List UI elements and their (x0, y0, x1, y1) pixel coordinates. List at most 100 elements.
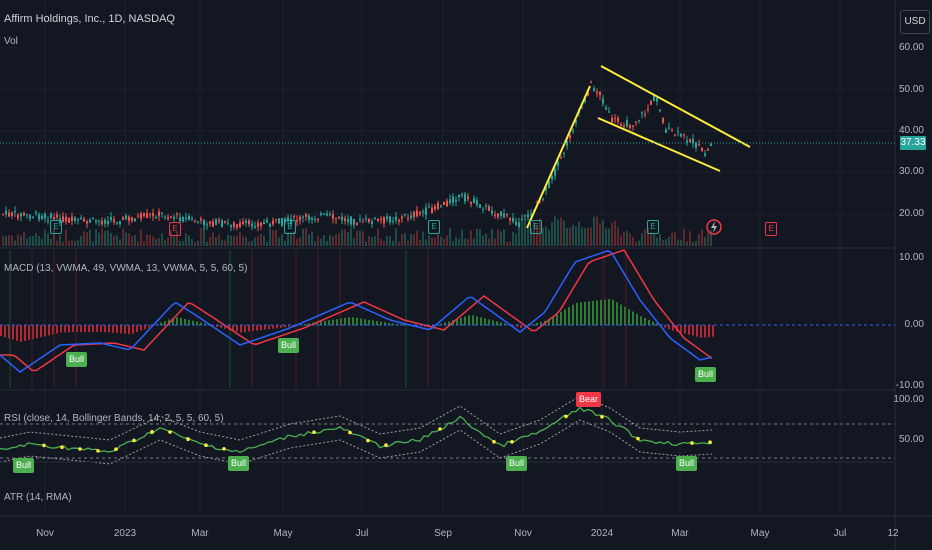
earnings-event-icon[interactable]: E (169, 222, 181, 236)
rsi-cross-marker (204, 443, 208, 448)
atr-indicator-label[interactable]: ATR (14, RMA) (4, 492, 72, 503)
macd-histogram-bar (612, 299, 614, 326)
earnings-event-icon[interactable]: E (50, 220, 62, 234)
chart-canvas[interactable] (0, 0, 932, 550)
earnings-event-icon[interactable]: E (765, 222, 777, 236)
candle-body (635, 121, 637, 123)
volume-bar (149, 235, 151, 246)
candle-body (602, 98, 604, 104)
rsi-bull-signal-badge: Bull (13, 458, 35, 473)
macd-histogram-bar (708, 325, 710, 338)
volume-bar (686, 241, 688, 246)
earnings-event-icon[interactable]: E (284, 220, 296, 234)
candle-body (266, 219, 268, 223)
macd-histogram-bar (576, 302, 578, 326)
candle-body (641, 112, 643, 114)
volume-bar (197, 240, 199, 246)
volume-bar (506, 241, 508, 246)
candle-body (191, 218, 193, 220)
volume-bar (269, 228, 271, 246)
candle-body (101, 220, 103, 225)
volume-bar (704, 237, 706, 246)
macd-bull-signal-badge: Bull (66, 352, 88, 367)
candle-body (371, 221, 373, 225)
volume-bar (218, 234, 220, 246)
candle-body (227, 222, 229, 224)
candle-body (551, 176, 553, 180)
rsi-tick: 100.00 (893, 394, 924, 405)
currency-button[interactable]: USD (900, 10, 930, 34)
candle-body (674, 134, 676, 136)
candle-body (38, 214, 40, 220)
candle-body (611, 117, 613, 123)
candle-body (413, 211, 415, 218)
dividend-event-icon[interactable] (705, 218, 723, 236)
candle-body (623, 125, 625, 127)
macd-histogram-bar (68, 325, 70, 333)
candle-body (128, 216, 130, 221)
candle-body (137, 215, 139, 217)
candle-body (389, 216, 391, 223)
rsi-cross-marker (708, 440, 712, 444)
volume-bar (278, 237, 280, 246)
volume-bar (548, 229, 550, 246)
candle-body (707, 149, 709, 151)
volume-bar (662, 239, 664, 246)
candle-body (89, 219, 91, 223)
earnings-event-icon[interactable]: E (428, 220, 440, 234)
volume-bar (458, 238, 460, 246)
candle-body (173, 216, 175, 219)
volume-bar (194, 241, 196, 246)
trend-line (526, 85, 591, 229)
volume-label[interactable]: Vol (4, 36, 18, 47)
volume-bar (2, 235, 4, 246)
symbol-title[interactable]: Affirm Holdings, Inc., 1D, NASDAQ (4, 13, 175, 25)
volume-bar (380, 238, 382, 246)
candle-body (23, 213, 25, 216)
volume-bar (41, 238, 43, 246)
candle-body (305, 214, 307, 217)
volume-bar (659, 233, 661, 246)
volume-bar (668, 236, 670, 246)
macd-histogram-bar (584, 301, 586, 326)
candle-body (8, 212, 10, 217)
macd-histogram-bar (236, 325, 238, 332)
volume-bar (611, 222, 613, 246)
candle-body (497, 213, 499, 218)
volume-bar (416, 230, 418, 246)
rsi-cross-marker (60, 445, 64, 450)
candle-body (140, 213, 142, 219)
volume-bar (113, 235, 115, 246)
volume-bar (62, 241, 64, 246)
rsi-indicator-label[interactable]: RSI (close, 14, Bollinger Bands, 14, 2, … (4, 413, 224, 424)
volume-bar (386, 235, 388, 246)
candle-body (386, 216, 388, 219)
macd-histogram-bar (100, 325, 102, 332)
time-tick: Jul (833, 528, 847, 539)
volume-bar (578, 221, 580, 246)
candle-body (335, 218, 337, 220)
candle-body (143, 213, 145, 216)
macd-histogram-bar (704, 325, 706, 338)
macd-histogram-bar (668, 325, 670, 330)
earnings-event-icon[interactable]: E (530, 220, 542, 234)
volume-bar (86, 231, 88, 246)
macd-histogram-bar (460, 317, 462, 326)
candle-body (608, 111, 610, 113)
earnings-event-icon[interactable]: E (647, 220, 659, 234)
candle-body (485, 205, 487, 207)
macd-histogram-bar (264, 325, 266, 330)
candle-body (20, 213, 22, 217)
volume-bar (362, 231, 364, 246)
time-tick: Mar (671, 528, 689, 539)
candle-body (197, 221, 199, 223)
macd-histogram-bar (256, 325, 258, 331)
tradingview-chart[interactable]: Affirm Holdings, Inc., 1D, NASDAQ Vol US… (0, 0, 932, 550)
candle-body (398, 219, 400, 222)
volume-bar (299, 237, 301, 246)
volume-bar (401, 234, 403, 246)
macd-indicator-label[interactable]: MACD (13, VWMA, 49, VWMA, 13, VWMA, 5, 5… (4, 263, 247, 274)
candle-body (560, 157, 562, 159)
candle-body (254, 226, 256, 228)
volume-bar (314, 241, 316, 246)
